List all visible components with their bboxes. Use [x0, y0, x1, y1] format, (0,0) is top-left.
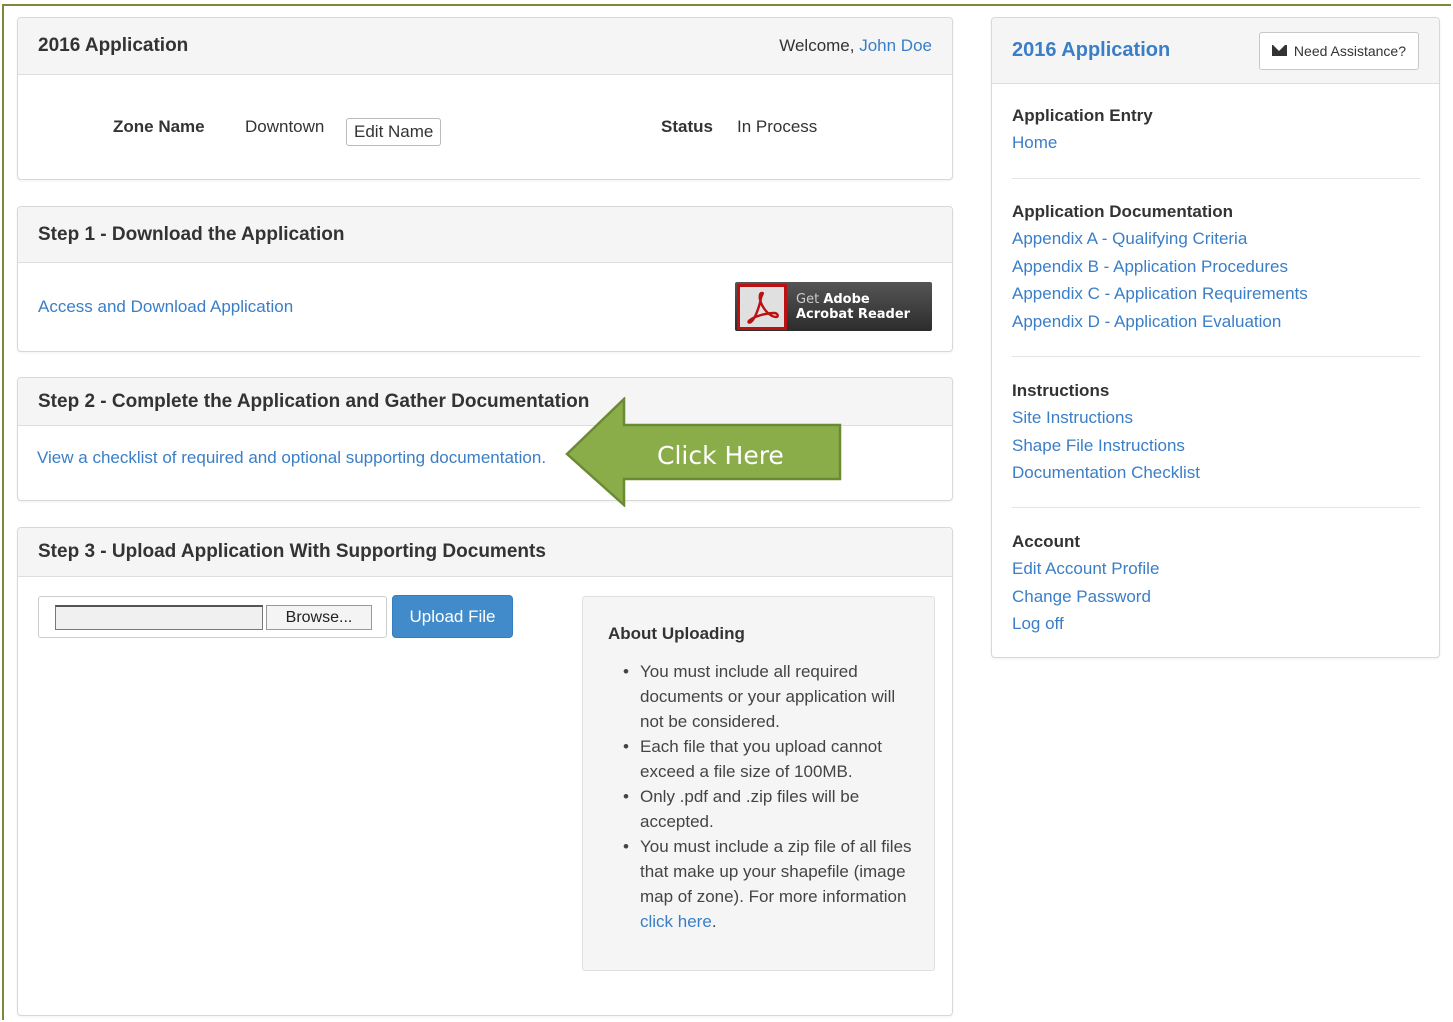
sidebar-heading: Application Documentation — [1012, 202, 1233, 221]
application-header-panel: 2016 Application Welcome, John Doe Zone … — [17, 17, 953, 180]
sidebar-section-application-entry: Application Entry Home — [1012, 106, 1420, 161]
sidebar-heading: Instructions — [1012, 381, 1110, 400]
shapefile-info-link[interactable]: click here — [640, 912, 712, 931]
status-value: In Process — [737, 117, 818, 136]
get-acrobat-reader-button[interactable]: Get Adobe Acrobat Reader — [735, 282, 932, 331]
sidebar-link-edit-account-profile[interactable]: Edit Account Profile — [1012, 559, 1420, 579]
list-item: Only .pdf and .zip files will be accepte… — [623, 784, 920, 834]
click-here-label: Click Here — [657, 441, 784, 470]
step1-title: Step 1 - Download the Application — [18, 207, 952, 263]
documentation-checklist-link[interactable]: View a checklist of required and optiona… — [37, 448, 546, 468]
sidebar-link-appendix-c[interactable]: Appendix C - Application Requirements — [1012, 284, 1420, 304]
step1-panel: Step 1 - Download the Application Access… — [17, 206, 953, 352]
edit-name-button[interactable]: Edit Name — [346, 118, 442, 146]
status-label: Status — [661, 117, 713, 136]
sidebar-link-appendix-b[interactable]: Appendix B - Application Procedures — [1012, 257, 1420, 277]
sidebar-link-change-password[interactable]: Change Password — [1012, 587, 1420, 607]
download-application-link[interactable]: Access and Download Application — [38, 297, 293, 317]
sidebar-section-account: Account Edit Account Profile Change Pass… — [1012, 532, 1420, 642]
zone-status-row: Zone Name Downtown Edit Name Status In P… — [18, 118, 952, 148]
application-header: 2016 Application Welcome, John Doe — [18, 18, 952, 75]
divider — [1012, 178, 1420, 179]
sidebar-link-site-instructions[interactable]: Site Instructions — [1012, 408, 1420, 428]
step3-panel: Step 3 - Upload Application With Support… — [17, 527, 953, 1016]
sidebar-link-appendix-a[interactable]: Appendix A - Qualifying Criteria — [1012, 229, 1420, 249]
about-uploading-box: About Uploading You must include all req… — [582, 596, 935, 971]
upload-file-button[interactable]: Upload File — [392, 595, 513, 638]
sidebar-heading: Account — [1012, 532, 1080, 551]
sidebar-link-log-off[interactable]: Log off — [1012, 614, 1420, 634]
sidebar-link-home[interactable]: Home — [1012, 133, 1420, 153]
acrobat-text: Get Adobe Acrobat Reader — [796, 292, 910, 322]
list-item: You must include all required documents … — [623, 659, 920, 734]
need-assistance-button[interactable]: Need Assistance? — [1258, 31, 1419, 70]
acrobat-get-text: Get — [796, 291, 824, 307]
sidebar-heading: Application Entry — [1012, 106, 1153, 125]
bullet4-end: . — [711, 912, 717, 931]
click-here-arrow-callout: Click Here — [565, 397, 845, 507]
list-item: You must include a zip file of all files… — [623, 834, 920, 934]
sidebar-panel: 2016 Application Need Assistance? Applic… — [991, 17, 1440, 658]
zone-name-label: Zone Name — [113, 117, 205, 136]
upload-rules-list: You must include all required documents … — [623, 659, 920, 934]
divider — [1012, 507, 1420, 508]
sidebar-link-documentation-checklist[interactable]: Documentation Checklist — [1012, 463, 1420, 483]
list-item: Each file that you upload cannot exceed … — [623, 734, 920, 784]
need-assistance-label: Need Assistance? — [1293, 42, 1406, 59]
application-title: 2016 Application — [38, 35, 189, 56]
divider — [1012, 356, 1420, 357]
acrobat-icon — [737, 283, 787, 330]
welcome-text: Welcome, John Doe — [779, 36, 932, 56]
sidebar-link-appendix-d[interactable]: Appendix D - Application Evaluation — [1012, 312, 1420, 332]
sidebar-link-shape-file-instructions[interactable]: Shape File Instructions — [1012, 436, 1420, 456]
user-name-link[interactable]: John Doe — [859, 36, 932, 55]
bullet4-text: You must include a zip file of all files… — [640, 837, 912, 906]
browse-button[interactable]: Browse... — [266, 605, 372, 630]
sidebar-title[interactable]: 2016 Application — [1012, 39, 1170, 62]
sidebar-section-instructions: Instructions Site Instructions Shape Fil… — [1012, 381, 1420, 491]
step3-title: Step 3 - Upload Application With Support… — [18, 528, 952, 577]
file-path-input[interactable] — [55, 605, 263, 630]
zone-name-value: Downtown — [245, 117, 325, 136]
welcome-prefix: Welcome, — [779, 36, 860, 55]
about-uploading-title: About Uploading — [608, 624, 745, 643]
acrobat-adobe-text: Adobe — [823, 291, 870, 307]
file-picker: Browse... — [38, 596, 387, 638]
envelope-icon — [1271, 45, 1287, 56]
sidebar-section-documentation: Application Documentation Appendix A - Q… — [1012, 202, 1420, 339]
sidebar-header: 2016 Application Need Assistance? — [992, 18, 1439, 84]
acrobat-reader-text: Acrobat Reader — [796, 306, 911, 322]
